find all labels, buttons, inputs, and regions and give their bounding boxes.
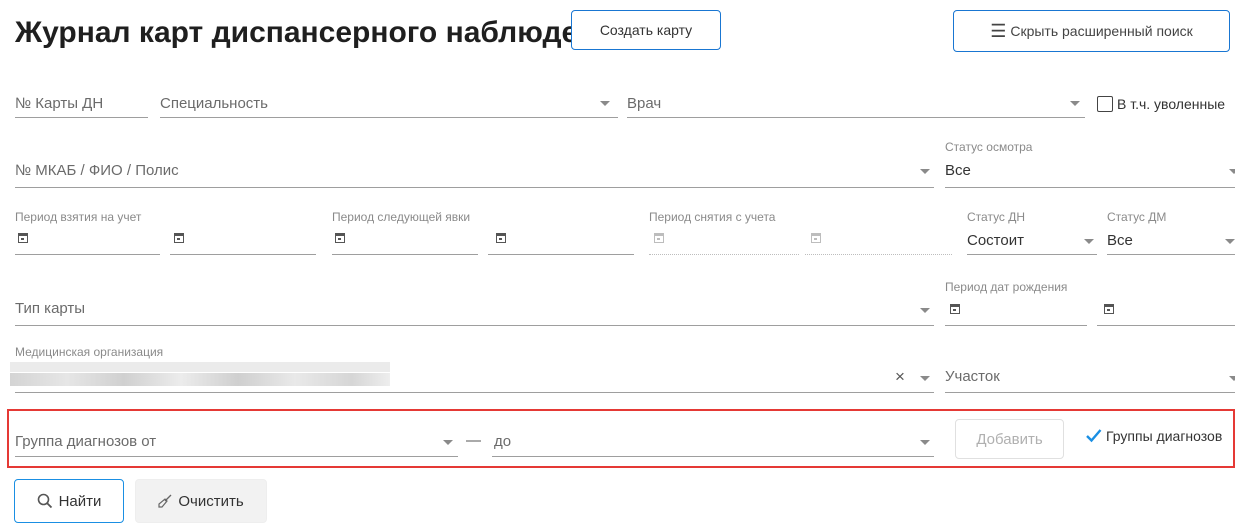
diagnosis-from-select[interactable]: Группа диагнозов от: [15, 433, 156, 450]
dismissed-checkbox[interactable]: [1097, 96, 1113, 112]
registration-to-underline: [170, 254, 316, 255]
exam-status-label: Статус осмотра: [945, 140, 1033, 154]
specialty-chevron-down-icon[interactable]: [600, 101, 610, 106]
card-number-input[interactable]: № Карты ДН: [15, 95, 103, 112]
find-label: Найти: [58, 492, 102, 510]
district-underline: [945, 392, 1235, 393]
dm-status-underline: [1107, 254, 1235, 255]
district-select[interactable]: Участок: [945, 368, 1000, 385]
period-registration-label: Период взятия на учет: [15, 210, 142, 224]
diagnosis-from-chevron-down-icon[interactable]: [443, 440, 453, 445]
create-card-button[interactable]: Создать карту: [571, 10, 721, 50]
removal-to-underline: [805, 254, 952, 255]
diagnosis-to-chevron-down-icon[interactable]: [920, 440, 930, 445]
dn-status-label: Статус ДН: [967, 210, 1026, 224]
clear-button[interactable]: Очистить: [135, 479, 267, 523]
birth-to-calendar-icon[interactable]: [1104, 304, 1114, 314]
diagnosis-groups-label: Группы диагнозов: [1106, 428, 1223, 444]
diagnosis-groups-checkbox[interactable]: [1085, 427, 1102, 444]
menu-icon: ☰: [990, 20, 1007, 41]
toggle-advanced-search-label: Скрыть расширенный поиск: [1010, 23, 1193, 39]
period-next-visit-label: Период следующей явки: [332, 210, 471, 224]
med-org-label: Медицинская организация: [15, 345, 164, 359]
dn-status-underline: [967, 254, 1097, 255]
patient-chevron-down-icon[interactable]: [920, 169, 930, 174]
period-removal-label: Период снятия с учета: [649, 210, 776, 224]
dm-status-label: Статус ДМ: [1107, 210, 1167, 224]
dm-status-chevron-down-icon[interactable]: [1225, 239, 1235, 244]
registration-from-underline: [15, 254, 160, 255]
med-org-underline: [15, 392, 934, 393]
toggle-advanced-search-button[interactable]: ☰ Скрыть расширенный поиск: [953, 10, 1230, 52]
checkmark-icon: [1086, 429, 1102, 443]
removal-from-calendar-icon[interactable]: [654, 233, 664, 243]
find-button[interactable]: Найти: [14, 479, 124, 523]
dismissed-label: В т.ч. уволенные: [1117, 96, 1226, 112]
range-dash: —: [466, 432, 481, 449]
birth-period-label: Период дат рождения: [945, 280, 1068, 294]
next-visit-to-underline: [488, 254, 634, 255]
patient-underline: [15, 187, 934, 188]
search-icon: [37, 493, 52, 509]
card-type-chevron-down-icon[interactable]: [920, 308, 930, 313]
dm-status-select[interactable]: Все: [1107, 232, 1133, 249]
dn-status-select[interactable]: Состоит: [967, 232, 1024, 249]
diagnosis-from-underline: [15, 456, 458, 457]
specialty-underline: [160, 117, 618, 118]
exam-status-select[interactable]: Все: [945, 162, 971, 179]
doctor-chevron-down-icon[interactable]: [1070, 101, 1080, 106]
registration-from-calendar-icon[interactable]: [18, 233, 28, 243]
patient-search-input[interactable]: № МКАБ / ФИО / Полис: [15, 162, 179, 179]
broom-icon: [158, 494, 172, 508]
next-visit-from-calendar-icon[interactable]: [335, 233, 345, 243]
card-number-underline: [15, 117, 148, 118]
next-visit-to-calendar-icon[interactable]: [496, 233, 506, 243]
exam-status-chevron-down-icon[interactable]: [1229, 169, 1235, 174]
card-type-select[interactable]: Тип карты: [15, 300, 85, 317]
med-org-value-redacted[interactable]: [10, 362, 390, 372]
doctor-underline: [627, 117, 1085, 118]
removal-to-calendar-icon[interactable]: [811, 233, 821, 243]
med-org-value-redacted-2: [10, 373, 390, 386]
med-org-clear-icon[interactable]: ×: [895, 367, 905, 387]
card-type-underline: [15, 325, 934, 326]
specialty-select[interactable]: Специальность: [160, 95, 268, 112]
next-visit-from-underline: [332, 254, 478, 255]
diagnosis-to-underline: [492, 456, 934, 457]
diagnosis-to-select[interactable]: до: [494, 433, 511, 450]
birth-from-calendar-icon[interactable]: [950, 304, 960, 314]
clear-label: Очистить: [178, 492, 244, 510]
registration-to-calendar-icon[interactable]: [174, 233, 184, 243]
doctor-select[interactable]: Врач: [627, 95, 661, 112]
dn-status-chevron-down-icon[interactable]: [1084, 239, 1094, 244]
birth-to-underline: [1097, 325, 1235, 326]
med-org-chevron-down-icon[interactable]: [920, 376, 930, 381]
district-chevron-down-icon[interactable]: [1229, 376, 1235, 381]
removal-from-underline: [649, 254, 799, 255]
add-button[interactable]: Добавить: [955, 419, 1064, 459]
exam-status-underline: [945, 187, 1235, 188]
birth-from-underline: [945, 325, 1087, 326]
page-title: Журнал карт диспансерного наблюдения: [15, 16, 633, 49]
